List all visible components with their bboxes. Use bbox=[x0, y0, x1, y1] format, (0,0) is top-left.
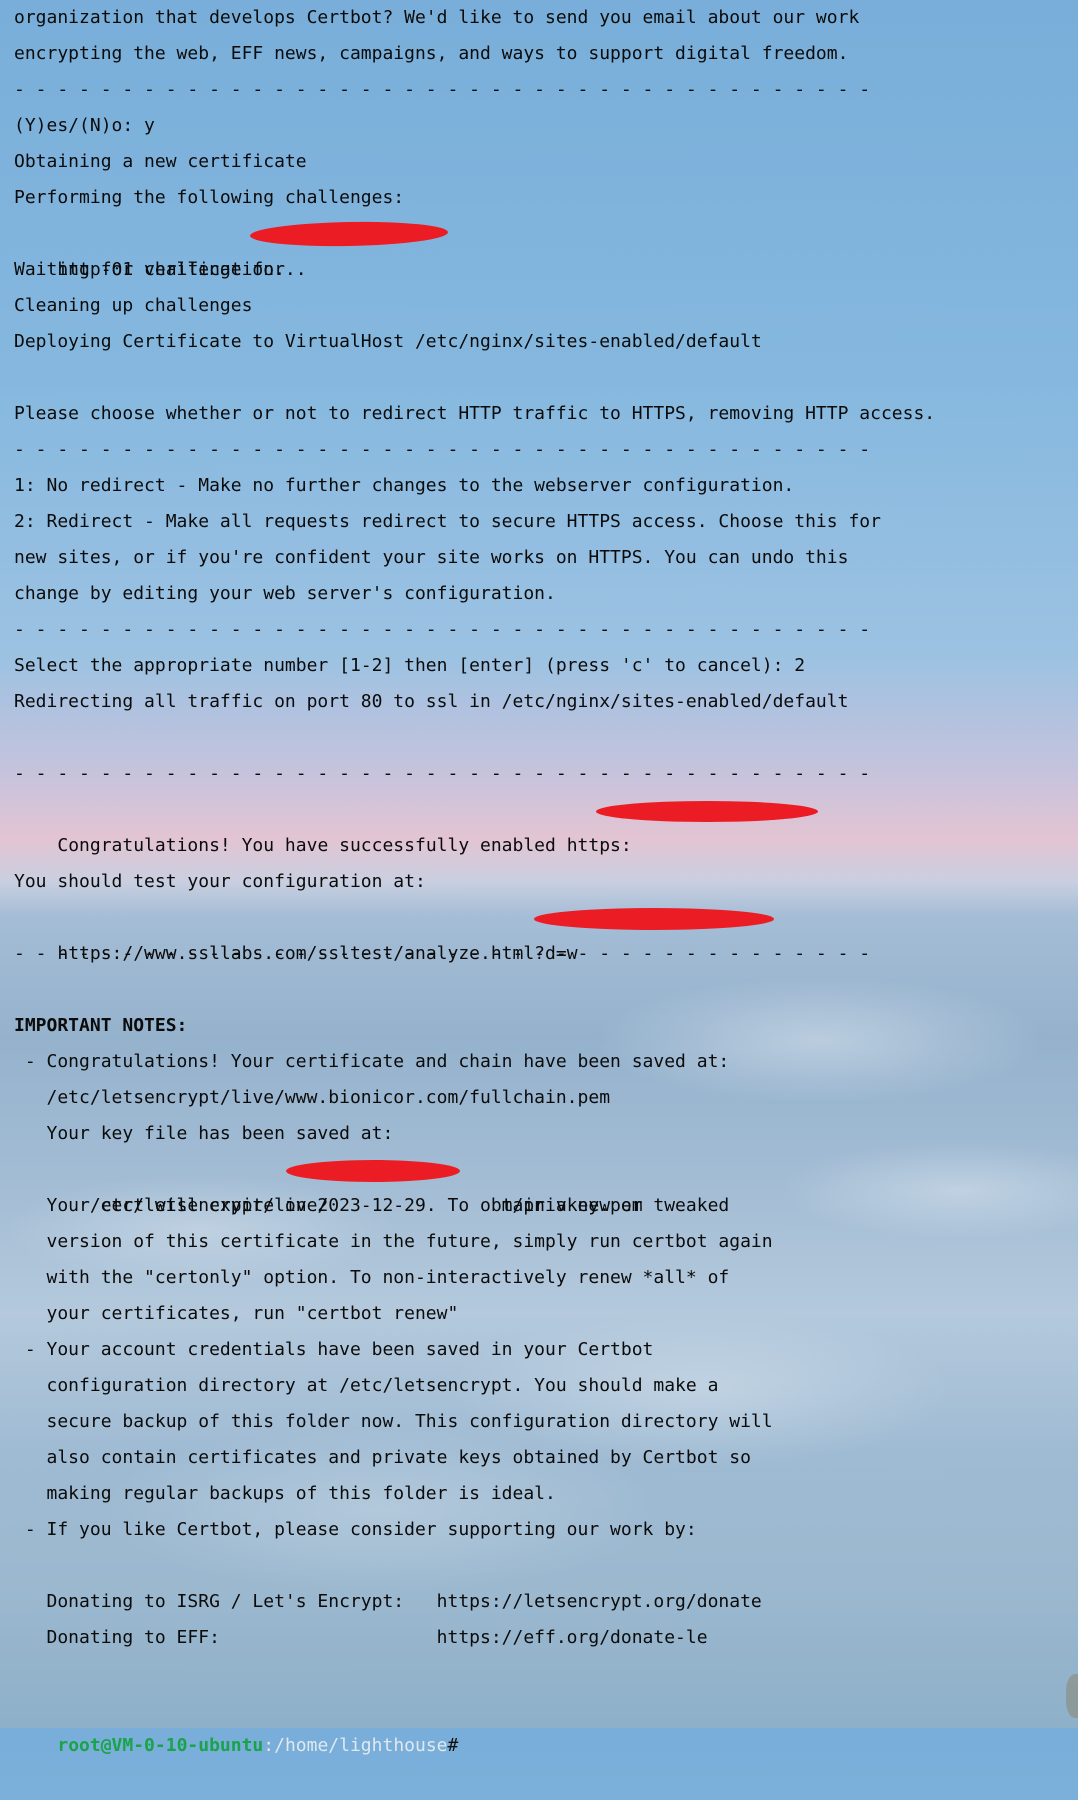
separator-line: - - - - - - - - - - - - - - - - - - - - … bbox=[14, 439, 871, 460]
separator-line: - - - - - - - - - - - - - - - - - - - - … bbox=[14, 943, 871, 964]
terminal-line: also contain certificates and private ke… bbox=[14, 1447, 751, 1468]
donate-eff-line: Donating to EFF: https://eff.org/donate-… bbox=[14, 1627, 708, 1648]
terminal-line: encrypting the web, EFF news, campaigns,… bbox=[14, 43, 849, 64]
redaction-mark bbox=[249, 220, 449, 248]
yes-no-answer: (Y)es/(N)o: y bbox=[14, 115, 155, 136]
terminal-line: configuration directory at /etc/letsencr… bbox=[14, 1375, 719, 1396]
fullchain-path: /etc/letsencrypt/live/www.bionicor.com/f… bbox=[14, 1087, 611, 1108]
terminal-line: secure backup of this folder now. This c… bbox=[14, 1411, 773, 1432]
terminal-line: Your cert will expire on 2023-12-29. To … bbox=[14, 1195, 730, 1216]
ssllabs-url-line: https://www.ssllabs.com/ssltest/analyze.… bbox=[14, 900, 1064, 964]
terminal-line: - Congratulations! Your certificate and … bbox=[14, 1051, 730, 1072]
separator-line: - - - - - - - - - - - - - - - - - - - - … bbox=[14, 79, 871, 100]
important-notes-heading: IMPORTANT NOTES: bbox=[14, 1015, 188, 1036]
terminal-line: Obtaining a new certificate bbox=[14, 151, 307, 172]
terminal-line: - Your account credentials have been sav… bbox=[14, 1339, 654, 1360]
terminal-line: with the "certonly" option. To non-inter… bbox=[14, 1267, 730, 1288]
separator-line: - - - - - - - - - - - - - - - - - - - - … bbox=[14, 763, 871, 784]
terminal-line: Performing the following challenges: bbox=[14, 187, 405, 208]
terminal-line: your certificates, run "certbot renew" bbox=[14, 1303, 459, 1324]
prompt-separator: : bbox=[263, 1735, 275, 1756]
terminal-output: organization that develops Certbot? We'd… bbox=[14, 0, 1064, 1756]
terminal-line: - If you like Certbot, please consider s… bbox=[14, 1519, 697, 1540]
shell-prompt[interactable]: root@VM-0-10-ubuntu:/home/lighthouse# bbox=[14, 1692, 1064, 1756]
terminal-line: Waiting for verification... bbox=[14, 259, 307, 280]
redaction-mark bbox=[596, 801, 818, 822]
redaction-mark bbox=[534, 908, 774, 930]
redaction-mark bbox=[286, 1160, 460, 1182]
terminal-line: You should test your configuration at: bbox=[14, 871, 426, 892]
select-number-prompt: Select the appropriate number [1-2] then… bbox=[14, 655, 806, 676]
separator-line: - - - - - - - - - - - - - - - - - - - - … bbox=[14, 619, 871, 640]
prompt-user-host: root@VM-0-10-ubuntu bbox=[57, 1735, 264, 1756]
terminal-line: making regular backups of this folder is… bbox=[14, 1483, 556, 1504]
terminal-line: new sites, or if you're confident your s… bbox=[14, 547, 849, 568]
option-redirect: 2: Redirect - Make all requests redirect… bbox=[14, 511, 881, 532]
donate-isrg-line: Donating to ISRG / Let's Encrypt: https:… bbox=[14, 1591, 762, 1612]
terminal-line: Your key file has been saved at: bbox=[14, 1123, 394, 1144]
corner-decoration bbox=[1066, 1674, 1078, 1718]
prompt-path: /home/lighthouse bbox=[274, 1735, 448, 1756]
terminal-line: change by editing your web server's conf… bbox=[14, 583, 556, 604]
terminal-line: Redirecting all traffic on port 80 to ss… bbox=[14, 691, 849, 712]
terminal-line: Deploying Certificate to VirtualHost /et… bbox=[14, 331, 762, 352]
terminal-line: organization that develops Certbot? We'd… bbox=[14, 7, 860, 28]
privkey-path-line: /etc/letsencrypt/live/ m/privkey.pem bbox=[14, 1152, 1064, 1216]
option-no-redirect: 1: No redirect - Make no further changes… bbox=[14, 475, 795, 496]
terminal-line: Cleaning up challenges bbox=[14, 295, 253, 316]
congratulations-line: Congratulations! You have successfully e… bbox=[14, 792, 1064, 856]
terminal-line: version of this certificate in the futur… bbox=[14, 1231, 773, 1252]
prompt-symbol: # bbox=[447, 1735, 459, 1756]
terminal-line: Please choose whether or not to redirect… bbox=[14, 403, 936, 424]
challenge-line: http-01 challenge for bbox=[14, 216, 1064, 280]
